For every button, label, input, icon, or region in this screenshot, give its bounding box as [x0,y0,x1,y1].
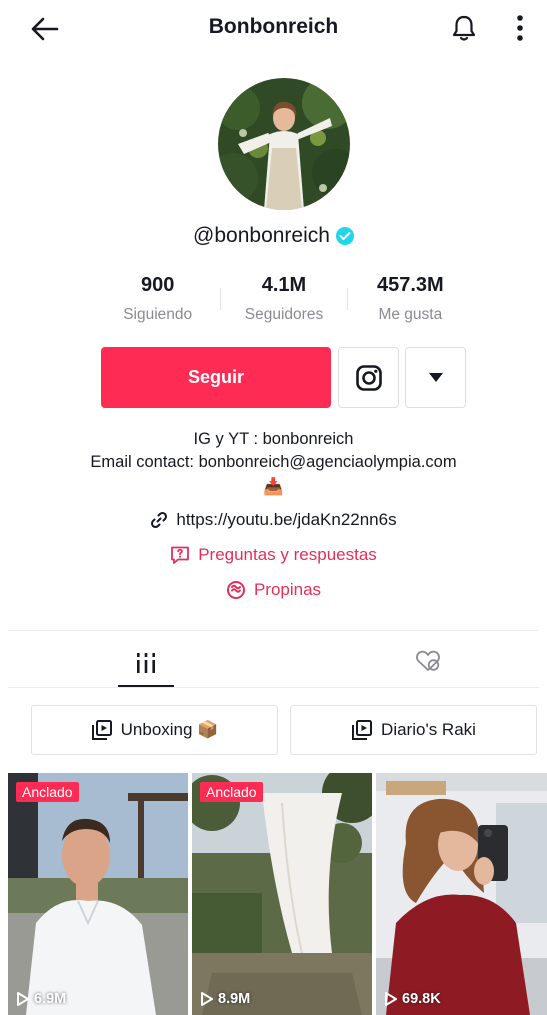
more-vertical-icon [517,15,523,41]
view-count-text: 8.9M [218,991,251,1007]
grid-icon [137,653,155,673]
tips-icon [226,581,245,599]
username: @bonbonreich [193,224,330,247]
following-count: 900 [140,274,175,296]
avatar[interactable] [218,78,350,210]
follow-button[interactable]: Seguir [101,347,331,408]
tips-label[interactable]: Propinas [254,580,321,600]
playlist-icon [352,720,373,740]
question-chat-icon [171,546,190,564]
video-thumbnail[interactable]: Anclado 6.9M [8,773,188,1015]
playlist-label: Diario's Raki [381,720,476,739]
instagram-icon [355,364,382,391]
likes-count: 457.3M [376,274,444,296]
divider [8,630,539,631]
playlist-unboxing[interactable]: Unboxing 📦 [31,705,278,755]
pinned-badge: Anclado [200,782,263,802]
caret-down-icon [428,373,443,382]
likes-label: Me gusta [378,306,443,323]
bio-line: Email contact: bonbonreich@agenciaolympi… [90,453,457,471]
suggested-accounts-dropdown[interactable] [405,347,466,408]
following-label: Siguiendo [123,306,193,323]
stat-following[interactable]: 900 Siguiendo [95,274,220,330]
play-icon [385,992,397,1006]
bio-link[interactable]: https://youtu.be/jdaKn22nn6s [0,510,547,530]
play-icon [201,992,213,1006]
stat-followers[interactable]: 4.1M Seguidores [221,274,346,330]
playlist-diario-raki[interactable]: Diario's Raki [290,705,537,755]
handle-row: @bonbonreich [0,224,547,248]
profile-stats: 900 Siguiendo 4.1M Seguidores 457.3M Me … [95,274,473,330]
verified-badge-icon [335,227,354,245]
video-grid: Anclado 6.9M Anclado 8.9M 69.8K [8,773,547,1015]
inbox-tray-emoji: 📥 [263,478,284,496]
bio-link-text[interactable]: https://youtu.be/jdaKn22nn6s [176,510,396,530]
link-icon [151,511,168,529]
followers-label: Seguidores [244,306,324,323]
view-count: 8.9M [200,991,250,1007]
view-count: 69.8K [384,991,441,1007]
arrow-left-icon [31,17,59,41]
qa-link[interactable]: Preguntas y respuestas [0,545,547,565]
playlist-icon [91,720,112,740]
video-thumbnail[interactable]: 69.8K [376,773,547,1015]
followers-count: 4.1M [261,274,307,296]
back-button[interactable] [28,12,62,46]
hidden-heart-icon [416,650,440,671]
divider [8,687,539,688]
play-icon [17,992,29,1006]
video-thumbnail[interactable]: Anclado 8.9M [192,773,372,1015]
tab-videos[interactable] [118,638,174,688]
bio: IG y YT : bonbonreich Email contact: bon… [0,428,547,499]
instagram-button[interactable] [338,347,399,408]
qa-label[interactable]: Preguntas y respuestas [198,545,377,565]
tab-liked[interactable] [400,638,456,684]
more-options-button[interactable] [505,10,535,46]
bio-line: IG y YT : bonbonreich [193,430,354,448]
playlist-label: Unboxing 📦 [120,720,219,739]
tips-link[interactable]: Propinas [0,580,547,600]
pinned-badge: Anclado [16,782,79,802]
notifications-button[interactable] [446,10,482,46]
bell-icon [452,15,476,41]
stat-likes[interactable]: 457.3M Me gusta [348,274,473,330]
view-count: 6.9M [16,991,66,1007]
view-count-text: 6.9M [34,991,67,1007]
view-count-text: 69.8K [402,991,441,1007]
top-bar: Bonbonreich [0,0,547,56]
